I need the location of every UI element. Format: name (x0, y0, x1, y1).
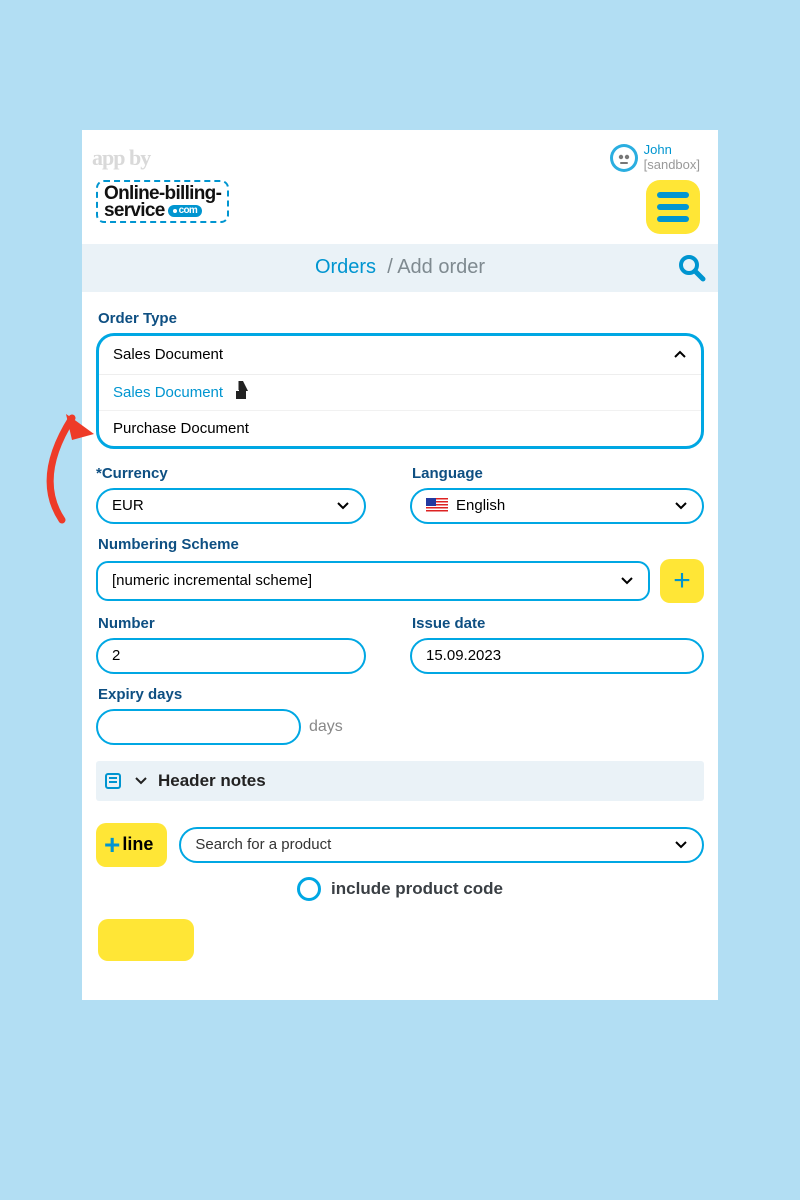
order-type-label: Order Type (98, 310, 704, 327)
logo[interactable]: Online-billing- service com (96, 180, 229, 223)
scheme-select[interactable]: [numeric incremental scheme] (96, 561, 650, 601)
issue-date-input[interactable]: 15.09.2023 (410, 638, 704, 674)
breadcrumb-current: Add order (397, 256, 485, 278)
order-type-dropdown[interactable]: Sales Document Sales Document Purchase D… (96, 333, 704, 449)
product-search-placeholder: Search for a product (195, 836, 331, 853)
logo-line2: service com (104, 202, 221, 219)
language-label: Language (412, 465, 704, 482)
breadcrumb-orders-link[interactable]: Orders (315, 256, 376, 278)
product-search-select[interactable]: Search for a product (179, 827, 704, 863)
breadcrumb: Orders / Add order (315, 256, 485, 279)
language-value: English (456, 497, 505, 514)
expiry-input[interactable] (96, 709, 301, 745)
language-select[interactable]: English (410, 488, 704, 524)
header-notes-toggle[interactable]: Header notes (96, 761, 704, 801)
breadcrumb-sep-char: / (387, 256, 393, 278)
add-line-label: line (122, 834, 153, 855)
chevron-down-icon (134, 774, 148, 788)
header-notes-label: Header notes (158, 771, 266, 791)
logo-bar: Online-billing- service com (82, 178, 718, 242)
order-type-options: Sales Document Purchase Document (99, 374, 701, 446)
chevron-down-icon (336, 499, 350, 513)
user-env: [sandbox] (644, 158, 700, 173)
user-block[interactable]: John [sandbox] (610, 143, 700, 173)
header-top: app by John [sandbox] (82, 130, 718, 178)
flag-us-icon (426, 498, 448, 513)
order-type-dropdown-wrap: Sales Document Sales Document Purchase D… (96, 333, 704, 449)
issue-date-label: Issue date (412, 615, 704, 632)
logo-tld-badge: com (168, 205, 202, 216)
chevron-down-icon (620, 574, 634, 588)
notes-icon (104, 771, 124, 791)
currency-label: *Currency (98, 465, 390, 482)
logo-line2-text: service (104, 202, 165, 219)
avatar-face-icon (613, 147, 635, 169)
order-type-selected[interactable]: Sales Document (99, 336, 701, 374)
expiry-label: Expiry days (98, 686, 704, 703)
breadcrumb-bar: Orders / Add order (82, 244, 718, 292)
order-type-selected-text: Sales Document (113, 346, 223, 363)
order-form: Order Type Sales Document Sales Document… (82, 292, 718, 961)
number-label: Number (98, 615, 390, 632)
order-type-option-purchase[interactable]: Purchase Document (99, 411, 701, 446)
cutoff-button[interactable] (98, 919, 194, 961)
avatar (610, 144, 638, 172)
hamburger-menu-button[interactable] (646, 180, 700, 234)
number-input[interactable]: 2 (96, 638, 366, 674)
currency-label-text: Currency (102, 465, 168, 482)
scheme-label: Numbering Scheme (98, 536, 704, 553)
include-product-code-label: include product code (331, 879, 503, 899)
currency-select[interactable]: EUR (96, 488, 366, 524)
user-text: John [sandbox] (644, 143, 700, 173)
chevron-up-icon (673, 348, 687, 362)
search-icon[interactable] (676, 252, 706, 282)
include-product-code-row: include product code (96, 877, 704, 901)
app-by-label: app by (92, 145, 150, 171)
add-line-button[interactable]: + line (96, 823, 167, 867)
user-name: John (644, 143, 700, 158)
order-type-option-sales[interactable]: Sales Document (99, 375, 701, 411)
include-product-code-toggle[interactable] (297, 877, 321, 901)
chevron-down-icon (674, 499, 688, 513)
currency-value: EUR (112, 497, 144, 514)
expiry-suffix: days (309, 718, 343, 736)
scheme-value: [numeric incremental scheme] (112, 572, 312, 589)
chevron-down-icon (674, 838, 688, 852)
app-window: app by John [sandbox] Online-billing- se… (82, 130, 718, 1000)
add-scheme-button[interactable]: + (660, 559, 704, 603)
